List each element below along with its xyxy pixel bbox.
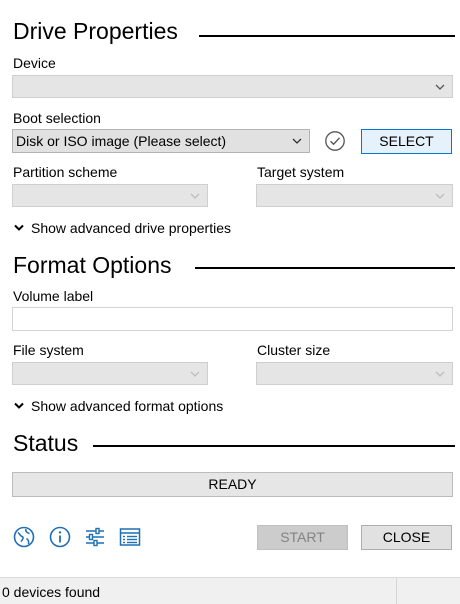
- close-button[interactable]: CLOSE: [361, 525, 452, 550]
- status-progress-bar: READY: [12, 472, 453, 497]
- drive-properties-rule: [199, 35, 455, 37]
- settings-sliders-icon[interactable]: [83, 525, 107, 549]
- chevron-down-icon: [190, 371, 200, 377]
- cluster-size-dropdown[interactable]: [256, 362, 453, 385]
- status-rule: [93, 445, 455, 447]
- boot-selection-dropdown[interactable]: Disk or ISO image (Please select): [12, 129, 310, 153]
- boot-selection-label: Boot selection: [13, 110, 101, 126]
- device-dropdown[interactable]: [12, 75, 453, 98]
- device-label: Device: [13, 55, 56, 71]
- status-progress-text: READY: [208, 476, 257, 492]
- volume-label-input[interactable]: [12, 307, 453, 331]
- volume-label-label: Volume label: [13, 288, 94, 304]
- advanced-format-toggle-label: Show advanced format options: [31, 398, 224, 414]
- advanced-drive-toggle-label: Show advanced drive properties: [31, 220, 232, 236]
- select-button[interactable]: SELECT: [361, 129, 452, 154]
- about-info-icon[interactable]: [48, 525, 72, 549]
- cluster-size-label: Cluster size: [257, 342, 331, 358]
- advanced-format-toggle[interactable]: Show advanced format options: [14, 397, 223, 415]
- format-options-rule: [195, 267, 455, 269]
- boot-selection-value: Disk or ISO image (Please select): [16, 133, 227, 149]
- log-list-icon[interactable]: [118, 525, 142, 549]
- status-heading: Status: [13, 430, 79, 456]
- partition-scheme-label: Partition scheme: [13, 164, 118, 180]
- target-system-dropdown[interactable]: [256, 184, 453, 207]
- hash-check-icon[interactable]: [324, 130, 346, 152]
- file-system-dropdown[interactable]: [12, 362, 208, 385]
- file-system-label: File system: [13, 342, 84, 358]
- chevron-down-icon: [435, 193, 445, 199]
- status-bar-divider: [396, 578, 397, 604]
- language-globe-icon[interactable]: [12, 525, 36, 549]
- chevron-down-icon: [14, 402, 24, 409]
- chevron-down-icon: [435, 371, 445, 377]
- chevron-down-icon: [190, 193, 200, 199]
- drive-properties-heading: Drive Properties: [13, 18, 178, 44]
- chevron-down-icon: [435, 84, 445, 90]
- start-button[interactable]: START: [257, 525, 348, 550]
- advanced-drive-toggle[interactable]: Show advanced drive properties: [14, 219, 231, 237]
- chevron-down-icon: [14, 224, 24, 231]
- partition-scheme-dropdown[interactable]: [12, 184, 208, 207]
- chevron-down-icon: [292, 138, 302, 144]
- status-bar-text: 0 devices found: [2, 584, 101, 600]
- status-bar: 0 devices found: [0, 577, 460, 604]
- format-options-heading: Format Options: [13, 252, 172, 278]
- target-system-label: Target system: [257, 164, 345, 180]
